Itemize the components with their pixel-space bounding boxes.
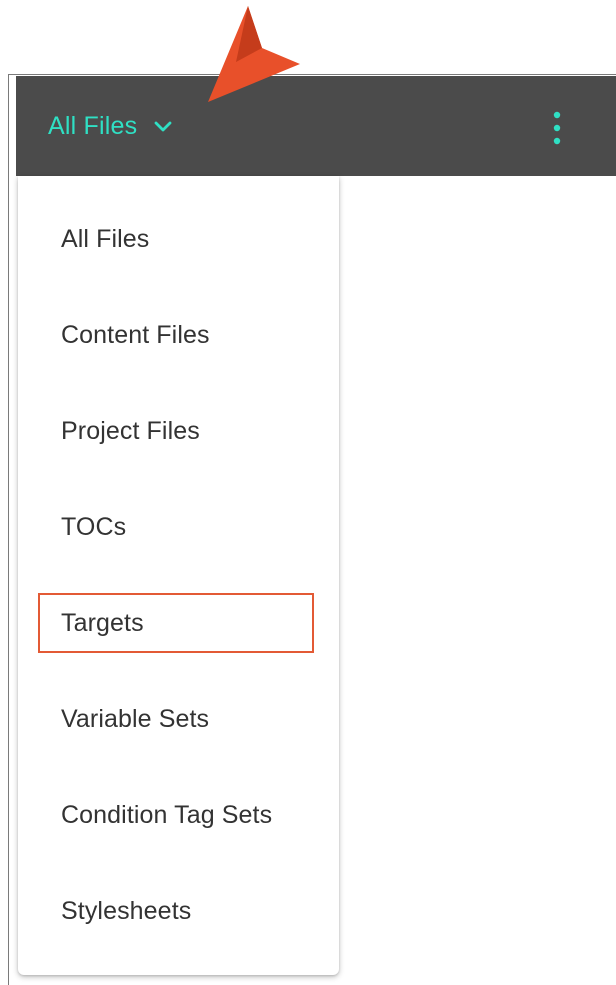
menu-item-stylesheets[interactable]: Stylesheets bbox=[18, 881, 339, 941]
menu-item-label: Variable Sets bbox=[61, 704, 210, 733]
menu-item-label: Condition Tag Sets bbox=[61, 800, 273, 829]
file-filter-dropdown-button[interactable]: All Files bbox=[48, 106, 175, 146]
menu-item-content-files[interactable]: Content Files bbox=[18, 305, 339, 365]
more-vertical-icon[interactable] bbox=[546, 108, 568, 148]
menu-item-label: TOCs bbox=[61, 512, 127, 541]
callout-arrow-icon bbox=[208, 6, 300, 102]
menu-item-label: All Files bbox=[61, 224, 150, 253]
menu-item-label: Content Files bbox=[61, 320, 210, 349]
menu-item-label: Targets bbox=[61, 608, 144, 637]
menu-item-targets[interactable]: Targets bbox=[18, 593, 339, 653]
chevron-down-icon bbox=[154, 121, 172, 132]
screenshot-canvas: All Files All Files Content Files Projec… bbox=[0, 0, 616, 985]
menu-item-label: Stylesheets bbox=[61, 896, 192, 925]
menu-item-condition-tag-sets[interactable]: Condition Tag Sets bbox=[18, 785, 339, 845]
file-filter-menu: All Files Content Files Project Files TO… bbox=[18, 176, 339, 975]
menu-item-variable-sets[interactable]: Variable Sets bbox=[18, 689, 339, 749]
menu-item-project-files[interactable]: Project Files bbox=[18, 401, 339, 461]
menu-item-all-files[interactable]: All Files bbox=[18, 209, 339, 269]
menu-item-tocs[interactable]: TOCs bbox=[18, 497, 339, 557]
menu-item-label: Project Files bbox=[61, 416, 200, 445]
file-filter-label: All Files bbox=[48, 111, 138, 140]
